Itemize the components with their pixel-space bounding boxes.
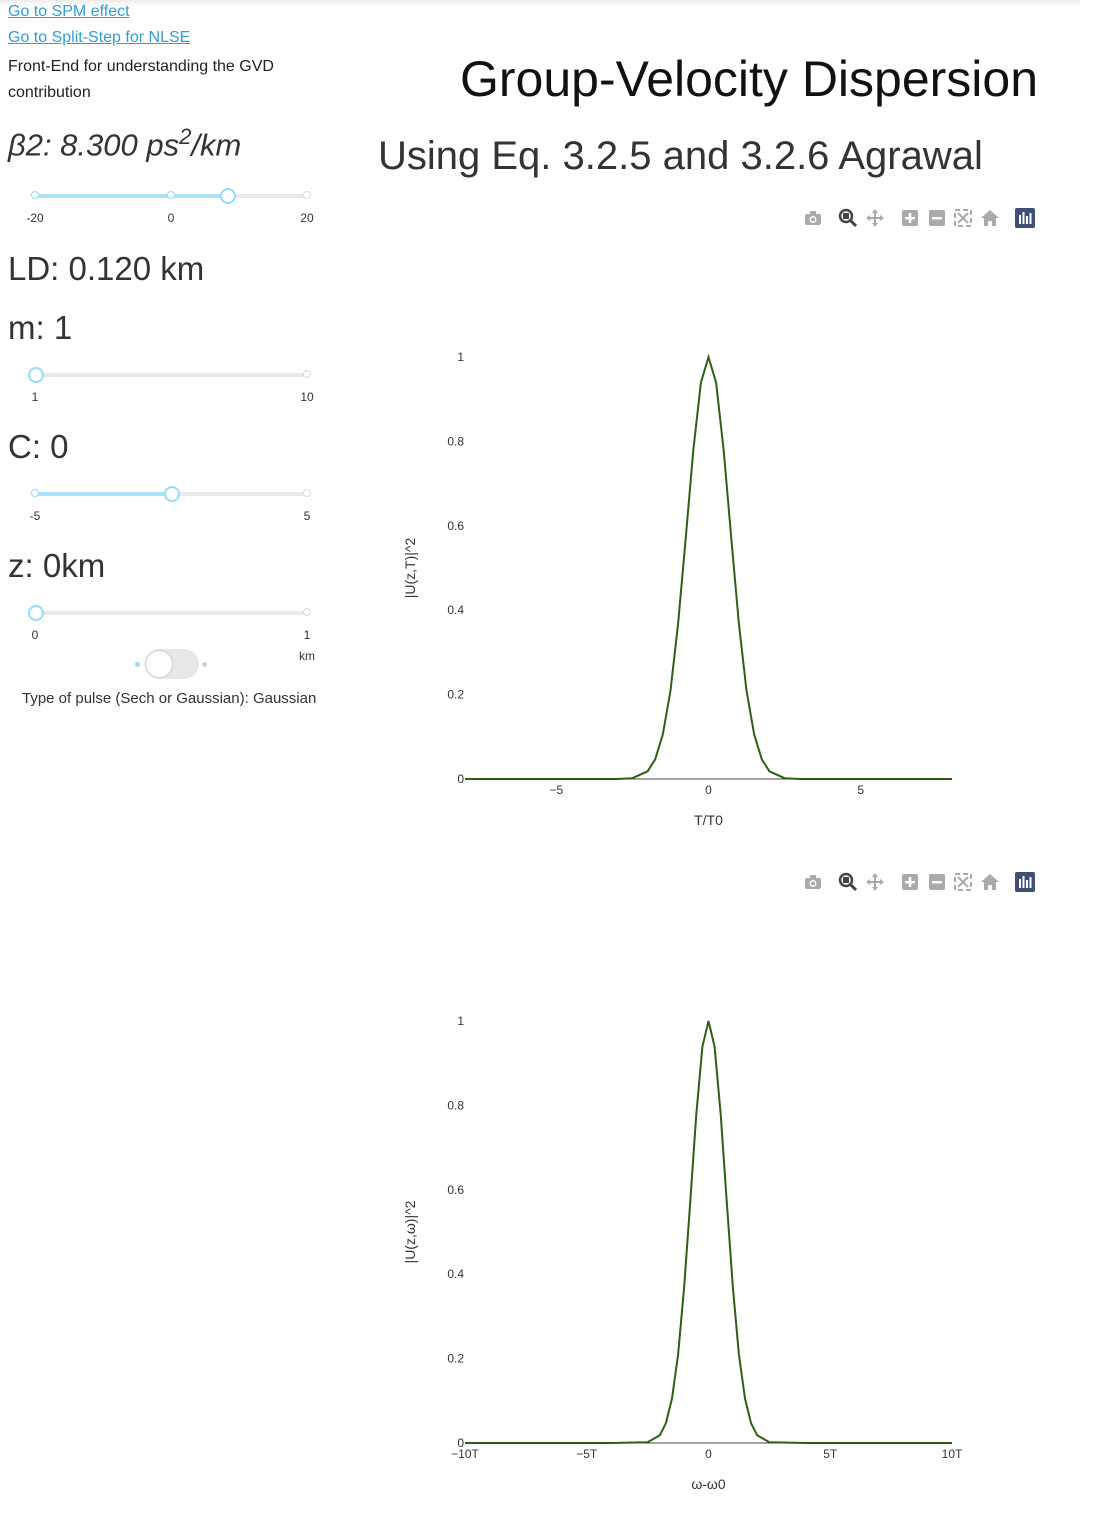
- pan-icon[interactable]: [864, 871, 886, 893]
- z-label: z: 0km: [8, 547, 106, 584]
- slider-dot[interactable]: [303, 370, 311, 378]
- m-slider[interactable]: [28, 367, 311, 383]
- beta2-label: β2: 8.300 ps2/km: [8, 124, 241, 163]
- slider-mark: 10: [300, 390, 314, 404]
- beta2-slider-handle[interactable]: [220, 188, 236, 204]
- time-domain-chart[interactable]: 0 0.2 0.4 0.6 0.8 1 −5 0 5 T/T0 |U(z,T)|^2: [395, 340, 995, 840]
- slider-dot[interactable]: [31, 191, 39, 199]
- split-step-link[interactable]: Go to Split-Step for NLSE: [8, 29, 190, 47]
- y-tick-label: 1: [457, 1014, 464, 1028]
- spectrum-chart[interactable]: 00.20.40.60.81 −10T −5T 0 5T 10T ω-ω0 |U(z,ω…: [395, 1004, 995, 1504]
- y-tick-label: 0.6: [447, 519, 464, 533]
- slider-mark: 1: [31, 390, 39, 404]
- x-tick-label: −5: [549, 783, 563, 797]
- y-tick-label: 0.8: [447, 434, 464, 448]
- beta2-label-text: β2: 8.300 ps: [8, 127, 180, 163]
- plotly-logo-icon[interactable]: [1014, 207, 1036, 229]
- x-tick-label: 10T: [942, 1447, 963, 1461]
- slider-dot[interactable]: [31, 489, 39, 497]
- intensity-series-line: [465, 353, 952, 780]
- y-axis-label: |U(z,T)|^2: [402, 538, 418, 599]
- x-tick-label: 5: [857, 783, 864, 797]
- pan-icon[interactable]: [864, 207, 886, 229]
- autoscale-icon[interactable]: [952, 207, 974, 229]
- beta2-unit: /km: [191, 127, 242, 163]
- x-tick-label: −10T: [451, 1447, 479, 1461]
- slider-mark: 0: [167, 211, 175, 225]
- slider-mark: 5: [303, 509, 311, 523]
- slider-dot[interactable]: [303, 489, 311, 497]
- slider-track-fill: [35, 492, 171, 496]
- page-title: Group-Velocity Dispersion: [460, 51, 1039, 107]
- y-tick-label: 0: [457, 772, 464, 786]
- reset-axes-icon[interactable]: [979, 207, 1001, 229]
- x-tick-label: −5T: [576, 1447, 598, 1461]
- x-axis-label: ω-ω0: [691, 1476, 726, 1492]
- spm-effect-link[interactable]: Go to SPM effect: [8, 3, 130, 21]
- x-tick-label: 5T: [823, 1447, 838, 1461]
- slider-mark: -5: [29, 509, 41, 523]
- zoom-icon[interactable]: [837, 207, 859, 229]
- c-slider-handle[interactable]: [164, 486, 180, 502]
- autoscale-icon[interactable]: [952, 871, 974, 893]
- y-tick-label: 0.2: [447, 1352, 464, 1366]
- x-tick-label: 0: [705, 1447, 712, 1461]
- toggle-left-dot: [135, 662, 140, 667]
- slider-mark: 1: [303, 628, 311, 642]
- c-label: C: 0: [8, 428, 69, 465]
- y-tick-label: 0.6: [447, 1183, 464, 1197]
- app-description: Front-End for understanding the GVD cont…: [8, 58, 274, 101]
- slider-mark: -20: [26, 211, 44, 225]
- slider-track-fill: [35, 194, 227, 198]
- plotly-logo-icon[interactable]: [1014, 871, 1036, 893]
- y-tick-label: 0.4: [447, 603, 464, 617]
- slider-unit-mark: km: [299, 649, 315, 663]
- m-slider-handle[interactable]: [28, 367, 44, 383]
- y-tick-label: 1: [457, 350, 464, 364]
- pulse-type-toggle[interactable]: [145, 649, 199, 679]
- slider-mark: 20: [300, 211, 314, 225]
- pulse-type-label: Type of pulse (Sech or Gaussian): Gaussi…: [22, 690, 317, 707]
- toggle-right-dot: [202, 662, 207, 667]
- z-slider[interactable]: [28, 605, 311, 621]
- z-slider-handle[interactable]: [28, 605, 44, 621]
- y-tick-label: 0.2: [447, 688, 464, 702]
- zoom-in-icon[interactable]: [899, 207, 921, 229]
- slider-dot[interactable]: [303, 191, 311, 199]
- slider-mark: 0: [31, 628, 39, 642]
- zoom-out-icon[interactable]: [926, 207, 948, 229]
- x-axis-label: T/T0: [694, 812, 723, 828]
- x-tick-label: 0: [705, 783, 712, 797]
- ld-label: LD: 0.120 km: [8, 250, 205, 287]
- top-divider: [0, 0, 1080, 6]
- beta2-exponent: 2: [179, 124, 192, 149]
- camera-icon[interactable]: [802, 871, 824, 893]
- y-axis-label: |U(z,ω)|^2: [402, 1200, 418, 1263]
- slider-dot[interactable]: [167, 191, 175, 199]
- zoom-icon[interactable]: [837, 871, 859, 893]
- y-tick-label: 0.8: [447, 1098, 464, 1112]
- m-label: m: 1: [8, 309, 73, 346]
- y-tick-label: 0.4: [447, 1267, 464, 1281]
- c-slider[interactable]: [31, 486, 311, 502]
- slider-dot[interactable]: [303, 608, 311, 616]
- page-subtitle: Using Eq. 3.2.5 and 3.2.6 Agrawal: [378, 134, 983, 178]
- beta2-slider[interactable]: [31, 188, 311, 204]
- zoom-out-icon[interactable]: [926, 871, 948, 893]
- camera-icon[interactable]: [802, 207, 824, 229]
- zoom-in-icon[interactable]: [899, 871, 921, 893]
- spectrum-series-line: [465, 1020, 952, 1444]
- toggle-knob[interactable]: [146, 651, 172, 677]
- reset-axes-icon[interactable]: [979, 871, 1001, 893]
